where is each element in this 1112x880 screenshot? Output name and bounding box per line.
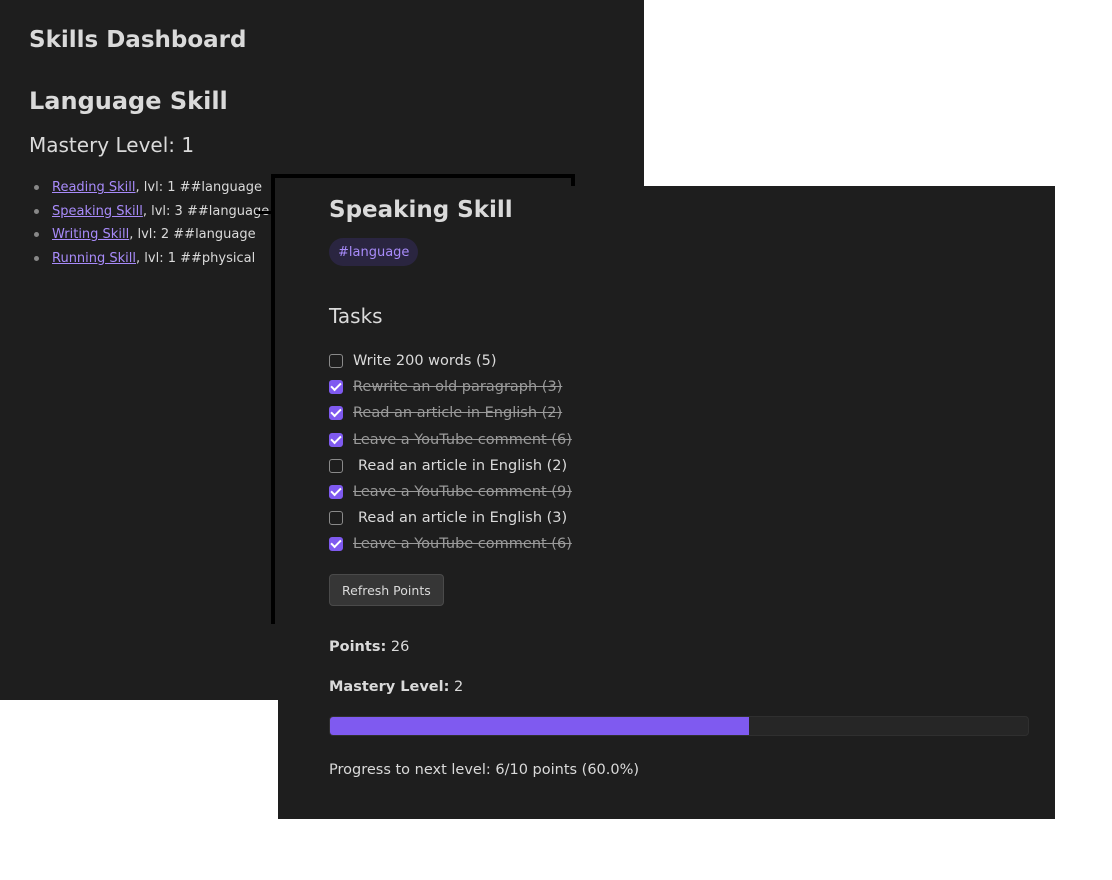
skill-list-item: Running Skill , lvl: 1 ##physical bbox=[34, 247, 269, 271]
task-checkbox[interactable] bbox=[329, 380, 343, 395]
task-item: Read an article in English (2) bbox=[329, 400, 572, 426]
task-item: Leave a YouTube comment (6) bbox=[329, 427, 572, 453]
skill-meta: , lvl: 3 ##language bbox=[142, 203, 270, 219]
task-checkbox[interactable] bbox=[329, 354, 343, 369]
connector-line bbox=[571, 174, 575, 186]
points-label: Points: bbox=[329, 639, 387, 655]
skill-link-speaking[interactable]: Speaking Skill bbox=[52, 204, 143, 219]
connector-line bbox=[271, 174, 275, 624]
task-checkbox[interactable] bbox=[329, 485, 343, 500]
tag-language[interactable]: #language bbox=[329, 238, 419, 266]
task-label: Leave a YouTube comment (6) bbox=[353, 431, 572, 448]
skill-meta: , lvl: 1 ##language bbox=[135, 180, 262, 196]
refresh-points-button[interactable]: Refresh Points bbox=[329, 574, 444, 606]
task-checkbox[interactable] bbox=[329, 406, 343, 421]
skill-link-reading[interactable]: Reading Skill bbox=[52, 180, 136, 195]
task-label: Read an article in English (3) bbox=[358, 510, 568, 527]
skill-list-item: Reading Skill , lvl: 1 ##language bbox=[34, 176, 269, 200]
skill-meta: , lvl: 2 ##language bbox=[129, 227, 256, 243]
progress-bar bbox=[329, 716, 1029, 736]
task-checkbox[interactable] bbox=[329, 537, 343, 552]
task-label: Leave a YouTube comment (9) bbox=[353, 484, 572, 501]
task-checkbox[interactable] bbox=[329, 511, 343, 526]
popup-top-strip bbox=[275, 178, 571, 186]
skill-link-running[interactable]: Running Skill bbox=[52, 251, 136, 266]
bullet-icon bbox=[34, 185, 39, 191]
task-checkbox[interactable] bbox=[329, 432, 343, 447]
bullet-icon bbox=[34, 255, 39, 261]
task-item: Read an article in English (2) bbox=[329, 453, 572, 479]
skill-link-writing[interactable]: Writing Skill bbox=[52, 227, 129, 242]
popup-title: Speaking Skill bbox=[329, 197, 513, 223]
task-item: Leave a YouTube comment (9) bbox=[329, 479, 572, 505]
task-list: Write 200 words (5) Rewrite an old parag… bbox=[329, 348, 572, 558]
section-title: Language Skill bbox=[29, 87, 228, 115]
bullet-icon bbox=[34, 232, 39, 238]
task-item: Write 200 words (5) bbox=[329, 348, 572, 374]
mastery-label: Mastery Level: bbox=[329, 679, 450, 695]
task-label: Leave a YouTube comment (6) bbox=[353, 536, 572, 553]
task-item: Leave a YouTube comment (6) bbox=[329, 531, 572, 557]
connector-line bbox=[256, 211, 273, 214]
progress-text: Progress to next level: 6/10 points (60.… bbox=[329, 762, 640, 778]
dashboard-mastery-level: Mastery Level: 1 bbox=[29, 133, 195, 157]
task-label: Write 200 words (5) bbox=[353, 353, 497, 370]
speaking-skill-preview-popup: Speaking Skill #language Tasks Write 200… bbox=[278, 186, 1055, 819]
mastery-value: 2 bbox=[454, 679, 464, 695]
mastery-stat: Mastery Level: 2 bbox=[329, 679, 463, 695]
skill-list: Reading Skill , lvl: 1 ##language Speaki… bbox=[34, 176, 269, 270]
task-item: Rewrite an old paragraph (3) bbox=[329, 374, 572, 400]
task-item: Read an article in English (3) bbox=[329, 505, 572, 531]
tasks-heading: Tasks bbox=[329, 304, 383, 328]
skill-list-item: Writing Skill , lvl: 2 ##language bbox=[34, 223, 269, 247]
task-label: Read an article in English (2) bbox=[353, 405, 563, 422]
points-value: 26 bbox=[390, 639, 410, 655]
points-stat: Points: 26 bbox=[329, 639, 409, 655]
task-checkbox[interactable] bbox=[329, 458, 343, 473]
skill-meta: , lvl: 1 ##physical bbox=[136, 250, 256, 266]
task-label: Rewrite an old paragraph (3) bbox=[353, 379, 563, 396]
bullet-icon bbox=[34, 208, 39, 214]
progress-bar-fill bbox=[330, 717, 749, 735]
task-label: Read an article in English (2) bbox=[358, 457, 568, 474]
dashboard-title: Skills Dashboard bbox=[29, 27, 247, 53]
skill-list-item: Speaking Skill , lvl: 3 ##language bbox=[34, 200, 269, 224]
